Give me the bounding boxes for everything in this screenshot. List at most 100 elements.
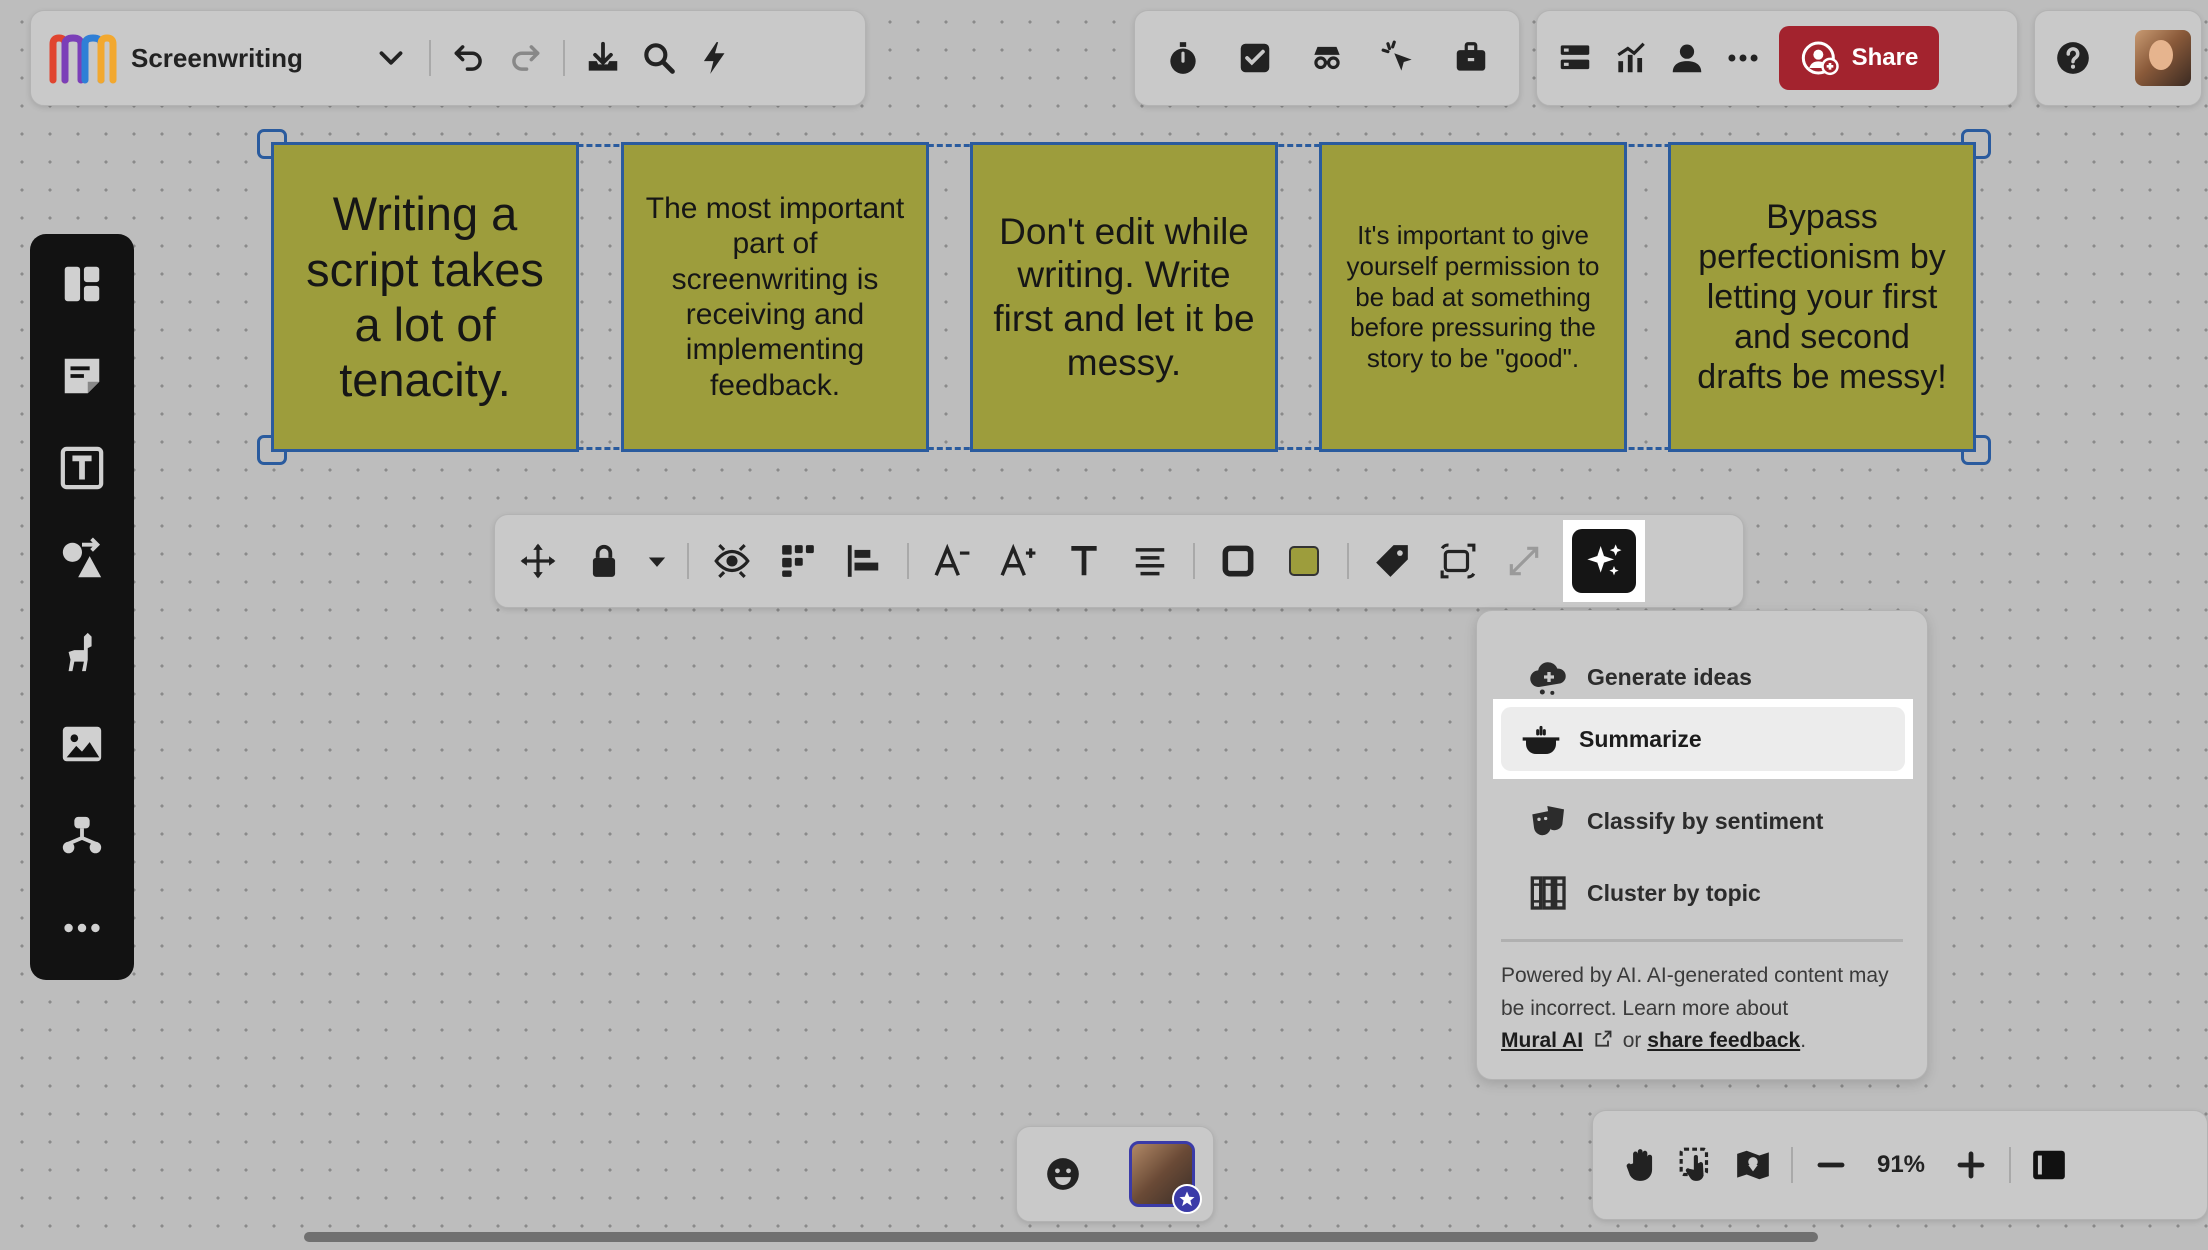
activity-chart-icon[interactable] — [1603, 30, 1659, 86]
voting-checkbox-icon[interactable] — [1227, 30, 1283, 86]
briefcase-icon[interactable] — [1443, 30, 1499, 86]
touch-select-icon[interactable] — [1669, 1137, 1725, 1193]
books-icon — [1530, 876, 1566, 910]
help-profile-bar — [2034, 10, 2202, 106]
divider — [1791, 1147, 1793, 1183]
member-icon[interactable] — [1659, 30, 1715, 86]
menu-label: Generate ideas — [1587, 663, 1752, 690]
download-icon[interactable] — [575, 30, 631, 86]
menu-item-summarize[interactable]: Summarize — [1501, 707, 1905, 771]
increase-font-icon[interactable] — [985, 533, 1051, 589]
ai-sparkle-button[interactable] — [1572, 529, 1636, 593]
divider — [2009, 1147, 2011, 1183]
external-link-icon — [1595, 1030, 1612, 1047]
fill-color-preview — [1289, 546, 1319, 576]
decrease-font-icon[interactable] — [919, 533, 985, 589]
image-icon[interactable] — [54, 716, 110, 772]
lock-dropdown-icon[interactable] — [637, 533, 677, 589]
align-left-icon[interactable] — [831, 533, 897, 589]
menu-item-classify-sentiment[interactable]: Classify by sentiment — [1501, 785, 1903, 857]
navigation-bar: 91% — [1592, 1110, 2208, 1220]
llama-icon[interactable] — [54, 624, 110, 680]
sticky-note[interactable]: Bypass perfectionism by letting your fir… — [1668, 142, 1976, 452]
grid-arrange-icon[interactable] — [765, 533, 831, 589]
sticky-note[interactable]: The most important part of screenwriting… — [621, 142, 929, 452]
ai-disclaimer: Powered by AI. AI-generated content may … — [1501, 960, 1903, 1058]
expand-icon[interactable] — [1491, 533, 1557, 589]
left-toolbar — [30, 234, 134, 980]
summon-cursor-icon[interactable] — [1371, 30, 1427, 86]
menu-label: Cluster by topic — [1587, 879, 1761, 906]
map-outline-icon[interactable] — [1725, 1137, 1781, 1193]
hand-pan-icon[interactable] — [1613, 1137, 1669, 1193]
text-align-center-icon[interactable] — [1117, 533, 1183, 589]
mural-logo[interactable] — [47, 30, 117, 86]
zoom-out-icon[interactable] — [1803, 1137, 1859, 1193]
menu-item-summarize-highlight: Summarize — [1493, 699, 1913, 779]
divider — [907, 543, 909, 579]
sticky-note[interactable]: It's important to give yourself permissi… — [1319, 142, 1627, 452]
sidebar-toggle-icon[interactable] — [2021, 1137, 2077, 1193]
user-avatar[interactable] — [2135, 30, 2191, 86]
templates-icon[interactable] — [54, 256, 110, 312]
lock-icon[interactable] — [571, 533, 637, 589]
horizontal-scrollbar[interactable] — [304, 1232, 1818, 1242]
share-label: Share — [1851, 44, 1919, 71]
board-actions-bar: Share — [1536, 10, 2018, 106]
diagram-icon[interactable] — [54, 808, 110, 864]
menu-divider — [1501, 939, 1903, 942]
chevron-down-icon[interactable] — [363, 30, 419, 86]
disclaimer-text: Powered by AI. AI-generated content may … — [1501, 964, 1889, 1020]
undo-icon[interactable] — [441, 30, 497, 86]
lightning-icon[interactable] — [687, 30, 743, 86]
convert-shape-icon[interactable] — [1425, 533, 1491, 589]
cloud-plus-icon — [1530, 662, 1566, 695]
shapes-icon[interactable] — [54, 532, 110, 588]
divider — [429, 40, 431, 76]
divider — [563, 40, 565, 76]
search-icon[interactable] — [631, 30, 687, 86]
reactions-bar — [1016, 1126, 1214, 1222]
help-icon[interactable] — [2045, 30, 2101, 86]
emoji-reaction-icon[interactable] — [1035, 1146, 1091, 1202]
share-feedback-link[interactable]: share feedback — [1647, 1029, 1800, 1052]
text-icon[interactable] — [54, 440, 110, 496]
divider — [1347, 543, 1349, 579]
timer-icon[interactable] — [1155, 30, 1211, 86]
sticky-note-icon[interactable] — [54, 348, 110, 404]
ai-button-highlight — [1563, 520, 1645, 602]
divider — [1193, 543, 1195, 579]
period: . — [1800, 1029, 1807, 1053]
star-icon — [1172, 1184, 1202, 1214]
private-mode-icon[interactable] — [1299, 30, 1355, 86]
share-button[interactable]: Share — [1779, 26, 1939, 90]
board-title[interactable]: Screenwriting — [131, 43, 363, 74]
move-icon[interactable] — [505, 533, 571, 589]
outline-icon[interactable] — [1547, 30, 1603, 86]
divider — [687, 543, 689, 579]
more-options-icon[interactable] — [1715, 30, 1771, 86]
mural-ai-link[interactable]: Mural AI — [1501, 1029, 1583, 1052]
board-header: Screenwriting — [30, 10, 866, 106]
tag-icon[interactable] — [1359, 533, 1425, 589]
sticky-text: Don't edit while writing. Write first an… — [993, 210, 1255, 383]
fill-color-swatch[interactable] — [1271, 533, 1337, 589]
more-tools-icon[interactable] — [54, 900, 110, 956]
menu-label: Classify by sentiment — [1587, 807, 1824, 834]
menu-item-cluster-topic[interactable]: Cluster by topic — [1501, 857, 1903, 929]
or-text: or — [1622, 1029, 1642, 1053]
sticky-note[interactable]: Don't edit while writing. Write first an… — [970, 142, 1278, 452]
sticky-note[interactable]: Writing a script takes a lot of tenacity… — [271, 142, 579, 452]
add-user-icon — [1801, 41, 1839, 76]
format-toolbar — [494, 514, 1744, 608]
text-style-icon[interactable] — [1051, 533, 1117, 589]
sticky-text: The most important part of screenwriting… — [645, 191, 905, 402]
collaboration-tools-bar — [1134, 10, 1520, 106]
zoom-level[interactable]: 91% — [1859, 1151, 1943, 1179]
redo-icon[interactable] — [497, 30, 553, 86]
border-icon[interactable] — [1205, 533, 1271, 589]
focus-eye-icon[interactable] — [699, 533, 765, 589]
zoom-in-icon[interactable] — [1943, 1137, 1999, 1193]
facilitator-avatar[interactable] — [1129, 1141, 1202, 1214]
sparkle-icon — [1587, 544, 1622, 576]
